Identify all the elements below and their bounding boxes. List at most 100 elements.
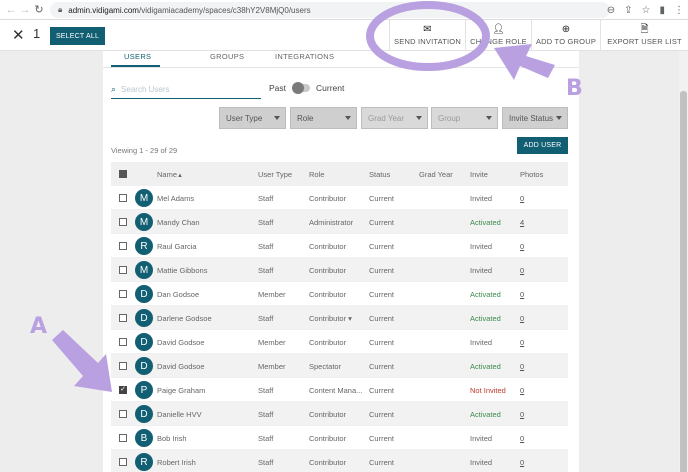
user-name[interactable]: Raul Garcia: [157, 242, 197, 251]
address-bar[interactable]: 🔒︎ admin.vidigami.com/vidigamiacademy/sp…: [50, 2, 610, 18]
table-row[interactable]: B Bob Irish Staff Contributor Current Invited…: [111, 426, 568, 450]
column-header-invite[interactable]: Invite: [470, 170, 488, 179]
tab-integrations[interactable]: INTEGRATIONS: [275, 52, 334, 61]
photo-count-link[interactable]: 4: [520, 218, 524, 227]
export-user-list-button[interactable]: 🗎︎ EXPORT USER LIST: [600, 20, 688, 51]
row-checkbox[interactable]: ✓: [119, 386, 127, 394]
row-checkbox[interactable]: [119, 458, 127, 466]
photo-count-link[interactable]: 0: [520, 314, 524, 323]
user-name[interactable]: Dan Godsoe: [157, 290, 199, 299]
reload-icon[interactable]: ↻: [32, 0, 46, 20]
user-name[interactable]: Mel Adams: [157, 194, 194, 203]
user-type: Staff: [258, 242, 274, 251]
invite-status: Not Invited: [470, 386, 506, 395]
user-name[interactable]: Paige Graham: [157, 386, 205, 395]
user-name[interactable]: Danielle HVV: [157, 410, 202, 419]
column-header-photos[interactable]: Photos: [520, 170, 543, 179]
star-icon[interactable]: ☆: [642, 5, 651, 16]
user-status: Current: [369, 386, 395, 395]
column-header-user-type[interactable]: User Type: [258, 170, 292, 179]
table-row[interactable]: D David Godsoe Member Contributor Current Inv…: [111, 330, 568, 354]
photo-count-link[interactable]: 0: [520, 410, 524, 419]
send-invitation-label: SEND INVITATION: [394, 37, 461, 46]
zoom-icon[interactable]: ⊖: [607, 5, 615, 16]
menu-icon[interactable]: ⋮: [674, 5, 684, 16]
add-user-button[interactable]: ADD USER: [517, 137, 568, 154]
table-row[interactable]: D Darlene Godsoe Staff Contributor ▾ Current…: [111, 306, 568, 330]
photo-count-link[interactable]: 0: [520, 458, 524, 467]
table-row[interactable]: D Dan Godsoe Member Contributor Current Activ…: [111, 282, 568, 306]
page-scrollbar[interactable]: [679, 51, 688, 472]
url-path: /vidigamiacademy/spaces/c38hY2V8MjQ0/use…: [138, 5, 311, 15]
table-row[interactable]: D David Godsoe Member Spectator Current Activ…: [111, 354, 568, 378]
change-role-button[interactable]: 👤︎ CHANGE ROLE: [465, 20, 531, 51]
row-checkbox[interactable]: [119, 194, 127, 202]
photo-count-link[interactable]: 0: [520, 290, 524, 299]
forward-icon[interactable]: →: [18, 0, 32, 20]
column-header-grad-year[interactable]: Grad Year: [419, 170, 453, 179]
invite-status: Invited: [470, 338, 493, 347]
row-checkbox[interactable]: [119, 338, 127, 346]
filter-user-type[interactable]: User Type: [219, 107, 286, 129]
close-icon[interactable]: ✕: [12, 26, 25, 44]
user-role: Contributor: [309, 410, 347, 419]
photo-count-link[interactable]: 0: [520, 194, 524, 203]
back-icon[interactable]: ←: [4, 0, 18, 20]
user-name[interactable]: Bob Irish: [157, 434, 187, 443]
table-row[interactable]: ✓ P Paige Graham Staff Content Mana... Curren…: [111, 378, 568, 402]
table-row[interactable]: M Mattie Gibbons Staff Contributor Current In…: [111, 258, 568, 282]
user-name[interactable]: Robert Irish: [157, 458, 196, 467]
scrollbar-thumb[interactable]: [680, 91, 687, 472]
table-row[interactable]: D Danielle HVV Staff Contributor Current Acti…: [111, 402, 568, 426]
row-checkbox[interactable]: [119, 242, 127, 250]
invite-status: Invited: [470, 434, 493, 443]
search-icon: ⌕: [111, 84, 117, 94]
active-tab-indicator: [111, 65, 160, 67]
add-to-group-button[interactable]: ⊕ ADD TO GROUP: [531, 20, 600, 51]
row-checkbox[interactable]: [119, 362, 127, 370]
photo-count-link[interactable]: 0: [520, 434, 524, 443]
user-name[interactable]: David Godsoe: [157, 362, 205, 371]
invite-status: Invited: [470, 266, 493, 275]
filter-invite-status[interactable]: Invite Status: [502, 107, 568, 129]
column-header-status[interactable]: Status: [369, 170, 390, 179]
row-checkbox[interactable]: [119, 410, 127, 418]
photo-count-link[interactable]: 0: [520, 266, 524, 275]
row-checkbox[interactable]: [119, 266, 127, 274]
user-name[interactable]: Mandy Chan: [157, 218, 200, 227]
sidebar-icon[interactable]: ▮: [659, 5, 665, 16]
row-checkbox[interactable]: [119, 434, 127, 442]
user-status: Current: [369, 194, 395, 203]
row-checkbox[interactable]: [119, 218, 127, 226]
filter-grad-year[interactable]: Grad Year: [361, 107, 428, 129]
table-row[interactable]: M Mel Adams Staff Contributor Current Invited…: [111, 186, 568, 210]
select-all-button[interactable]: SELECT ALL: [50, 27, 105, 45]
send-invitation-button[interactable]: ✉ SEND INVITATION: [389, 20, 465, 51]
table-row[interactable]: M Mandy Chan Staff Administrator Current Acti…: [111, 210, 568, 234]
past-current-switch[interactable]: [292, 82, 311, 94]
photo-count-link[interactable]: 0: [520, 338, 524, 347]
user-status: Current: [369, 314, 395, 323]
table-row[interactable]: R Raul Garcia Staff Contributor Current Invit…: [111, 234, 568, 258]
row-checkbox[interactable]: [119, 314, 127, 322]
user-name[interactable]: Mattie Gibbons: [157, 266, 207, 275]
photo-count-link[interactable]: 0: [520, 242, 524, 251]
tab-groups[interactable]: GROUPS: [210, 52, 244, 61]
invite-status: Invited: [470, 242, 493, 251]
user-name[interactable]: Darlene Godsoe: [157, 314, 212, 323]
user-role: Contributor: [309, 194, 347, 203]
search-input[interactable]: [121, 85, 252, 94]
filter-role[interactable]: Role: [290, 107, 357, 129]
user-type: Staff: [258, 410, 274, 419]
select-all-checkbox[interactable]: [119, 170, 127, 178]
photo-count-link[interactable]: 0: [520, 362, 524, 371]
share-icon[interactable]: ⇪: [624, 5, 632, 16]
column-header-name[interactable]: Name▲: [157, 170, 183, 179]
photo-count-link[interactable]: 0: [520, 386, 524, 395]
column-header-role[interactable]: Role: [309, 170, 324, 179]
table-row[interactable]: R Robert Irish Staff Contributor Current Invi…: [111, 450, 568, 472]
user-name[interactable]: David Godsoe: [157, 338, 205, 347]
tab-users[interactable]: USERS: [124, 52, 151, 61]
row-checkbox[interactable]: [119, 290, 127, 298]
filter-group[interactable]: Group: [431, 107, 498, 129]
